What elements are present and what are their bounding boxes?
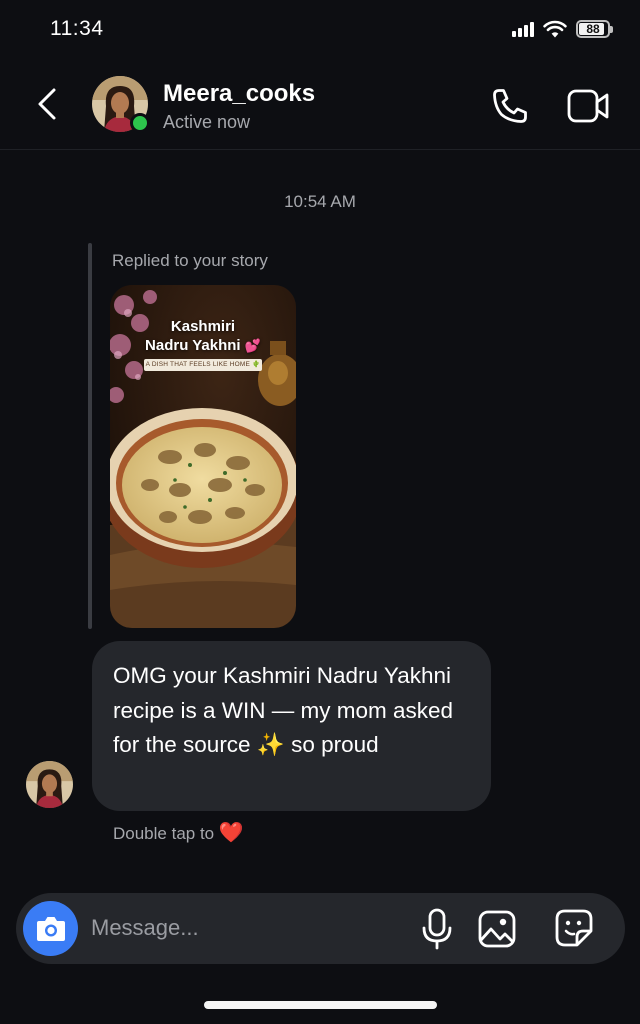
sticker-icon — [555, 909, 593, 947]
video-call-button[interactable] — [567, 88, 611, 124]
profile-avatar[interactable] — [92, 76, 150, 133]
story-title-line1: Kashmiri — [170, 318, 236, 335]
chevron-left-icon — [38, 88, 56, 120]
sticker-button[interactable] — [555, 909, 593, 947]
wifi-icon — [543, 20, 567, 38]
home-indicator[interactable] — [204, 1001, 437, 1009]
online-status-dot — [130, 113, 150, 133]
message-composer — [16, 893, 625, 964]
story-thumbnail[interactable]: Kashmiri Nadru Yakhni 💕 A DISH THAT FEEL… — [110, 285, 296, 628]
status-icons: 88 — [512, 20, 613, 38]
video-camera-icon — [567, 89, 609, 123]
camera-button[interactable] — [23, 901, 78, 956]
sender-avatar[interactable] — [26, 761, 73, 808]
story-reply-bar — [88, 243, 92, 629]
battery-level: 88 — [586, 22, 600, 36]
image-icon — [478, 910, 516, 948]
message-bubble[interactable]: OMG your Kashmiri Nadru Yakhni recipe is… — [92, 641, 491, 811]
message-timestamp: 10:54 AM — [284, 192, 356, 211]
status-bar: 11:34 88 — [0, 0, 640, 60]
message-input[interactable] — [91, 908, 391, 948]
story-subtitle: A DISH THAT FEELS LIKE HOME 🌵 — [144, 359, 262, 371]
camera-icon — [36, 916, 65, 941]
cellular-signal-icon — [512, 21, 534, 37]
double-tap-hint: Double tap to ❤️ — [113, 820, 244, 845]
double-tap-text: Double tap to — [113, 824, 215, 843]
chat-header: Meera_cooks Active now — [0, 62, 640, 150]
microphone-icon — [422, 908, 452, 950]
chat-screen: 11:34 88 Meera_cooks Active now 10:54 AM… — [0, 0, 640, 1024]
story-title: Kashmiri Nadru Yakhni 💕 — [110, 317, 296, 355]
active-status: Active now — [163, 112, 251, 132]
phone-icon — [493, 89, 527, 123]
voice-call-button[interactable] — [490, 86, 530, 126]
story-title-line2: Nadru Yakhni — [145, 337, 241, 354]
back-button[interactable] — [30, 84, 66, 124]
gallery-button[interactable] — [478, 910, 516, 948]
battery-icon: 88 — [576, 20, 613, 38]
username[interactable]: Meera_cooks — [163, 80, 315, 108]
heart-emoji: ❤️ — [218, 822, 244, 844]
heart-emoji: 💕 — [244, 338, 261, 353]
status-time: 11:34 — [50, 17, 104, 40]
voice-message-button[interactable] — [421, 908, 453, 950]
story-reply-label: Replied to your story — [112, 251, 268, 270]
